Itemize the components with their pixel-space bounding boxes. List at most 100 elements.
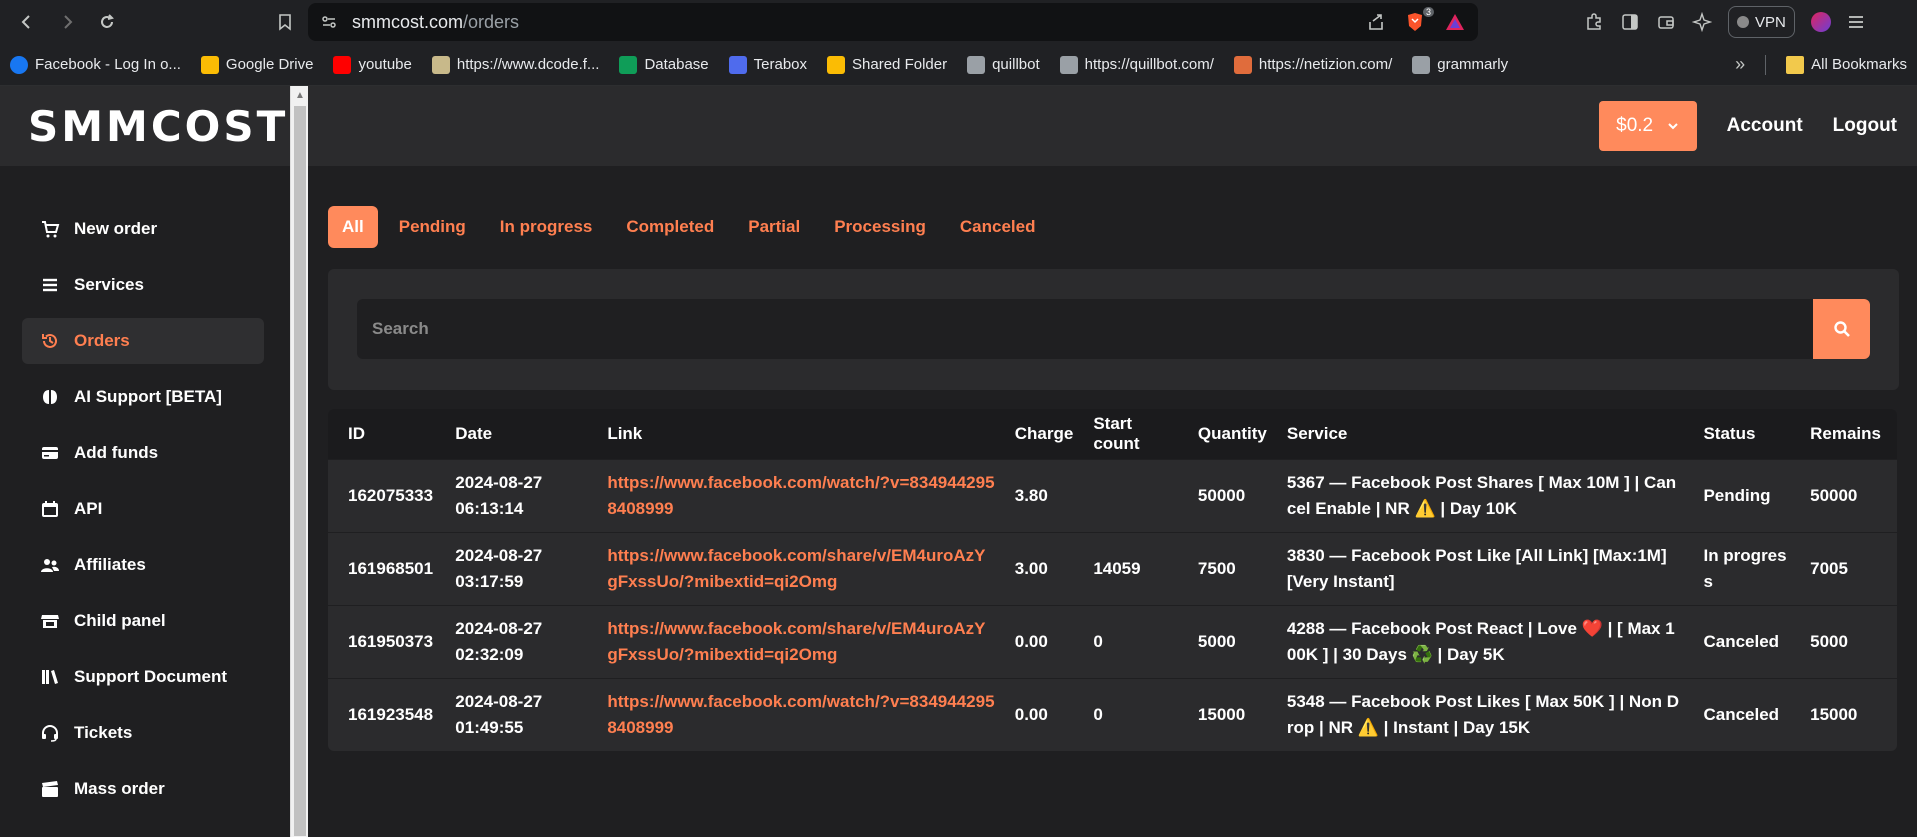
forward-button[interactable]	[50, 5, 84, 39]
tab-in-progress[interactable]: In progress	[483, 206, 610, 248]
order-charge: 0.00	[1014, 704, 1048, 724]
order-charge-cell: 3.80	[994, 458, 1074, 532]
bookmark-item[interactable]: Google Drive	[200, 55, 313, 74]
site-settings-icon[interactable]	[320, 13, 338, 31]
sidebar-item-support-document[interactable]: Support Document	[22, 654, 264, 700]
sidebar-scrollbar[interactable]: ▲	[290, 86, 308, 837]
google-drive-icon	[827, 55, 846, 74]
scrollbar-thumb[interactable]	[294, 106, 306, 836]
order-link[interactable]: https://www.facebook.com/share/v/EM4uroA…	[607, 543, 994, 595]
order-remains-cell: 5000	[1790, 604, 1897, 678]
order-status-cell: Pending	[1683, 458, 1791, 532]
sidebar-toggle-icon[interactable]	[1620, 12, 1640, 32]
bookmark-page-button[interactable]	[268, 5, 302, 39]
bookmark-item[interactable]: Terabox	[728, 55, 807, 74]
vpn-button[interactable]: VPN	[1728, 6, 1795, 38]
brave-shields-button[interactable]: 3	[1404, 7, 1434, 33]
order-charge-cell: 0.00	[994, 677, 1074, 751]
more-bookmarks-icon[interactable]: »	[1735, 54, 1745, 75]
order-quantity: 15000	[1197, 704, 1246, 724]
terabox-icon	[728, 55, 747, 74]
order-link[interactable]: https://www.facebook.com/watch/?v=834944…	[607, 689, 994, 741]
order-service: 3830 — Facebook Post Like [All Link] [Ma…	[1286, 545, 1667, 591]
logout-link[interactable]: Logout	[1833, 115, 1897, 137]
column-header: Start count	[1073, 409, 1178, 459]
all-bookmarks-button[interactable]: All Bookmarks	[1786, 55, 1907, 74]
order-start-count: 0	[1093, 704, 1103, 724]
sidebar-item-mass-order[interactable]: Mass order	[22, 766, 264, 812]
main-content: $0.2 Account Logout All Pending In progres…	[308, 86, 1917, 837]
leo-ai-icon[interactable]	[1692, 12, 1712, 32]
sidebar-item-child-panel[interactable]: Child panel	[22, 598, 264, 644]
order-status: Canceled	[1703, 704, 1780, 724]
order-remains-cell: 7005	[1790, 531, 1897, 605]
tab-all[interactable]: All	[328, 206, 378, 248]
order-service: 5348 — Facebook Post Likes [ Max 50K ] |…	[1286, 691, 1679, 737]
menu-icon[interactable]	[1847, 13, 1865, 31]
order-time: 02:32:09	[455, 644, 524, 664]
quillbot-icon	[967, 55, 986, 74]
search-button[interactable]	[1813, 299, 1870, 359]
back-arrow-icon	[21, 15, 30, 29]
bookmark-item[interactable]: https://netizion.com/	[1233, 55, 1392, 74]
sidebar-item-api[interactable]: API	[22, 486, 264, 532]
sidebar-item-label: New order	[74, 219, 158, 238]
reload-button[interactable]	[90, 5, 124, 39]
order-date-cell: 2024-08-27 01:49:55	[435, 677, 588, 751]
clapperboard-icon	[40, 779, 60, 799]
bookmark-item[interactable]: grammarly	[1412, 55, 1508, 74]
order-status-cell: Canceled	[1683, 677, 1791, 751]
order-remains-cell: 15000	[1790, 677, 1897, 751]
sidebar-item-orders[interactable]: Orders	[22, 318, 264, 364]
bookmark-item[interactable]: https://www.dcode.f...	[431, 55, 600, 74]
bookmark-item[interactable]: quillbot	[967, 55, 1040, 74]
sidebar-item-new-order[interactable]: New order	[22, 206, 264, 252]
order-link[interactable]: https://www.facebook.com/share/v/EM4uroA…	[607, 616, 994, 668]
account-link[interactable]: Account	[1727, 115, 1803, 137]
sidebar-item-affiliates[interactable]: Affiliates	[22, 542, 264, 588]
order-id: 161923548	[348, 704, 434, 724]
order-status-cell: In progress	[1683, 531, 1791, 605]
bookmark-item[interactable]: Shared Folder	[827, 55, 948, 74]
brave-rewards-icon[interactable]	[1444, 11, 1466, 33]
search-input[interactable]	[357, 299, 1813, 359]
sidebar: SMMCOST New order Services Orders AI Suppor…	[0, 86, 290, 837]
order-link[interactable]: https://www.facebook.com/watch/?v=834944…	[607, 470, 994, 522]
profile-avatar-icon[interactable]	[1810, 12, 1831, 32]
tab-completed[interactable]: Completed	[609, 206, 731, 248]
bookmark-item[interactable]: Facebook - Log In o...	[10, 55, 181, 74]
sidebar-item-label: Orders	[74, 331, 130, 350]
app-root: SMMCOST New order Services Orders AI Suppor…	[0, 86, 1917, 837]
bookmark-label: https://www.dcode.f...	[456, 56, 600, 73]
sidebar-item-add-funds[interactable]: Add funds	[22, 430, 264, 476]
orders-table-body: 162075333 2024-08-27 06:13:14 https://www.f…	[328, 458, 1897, 751]
order-charge: 0.00	[1014, 631, 1048, 651]
extensions-icon[interactable]	[1584, 12, 1604, 32]
share-icon[interactable]	[1366, 12, 1386, 32]
back-button[interactable]	[10, 5, 44, 39]
wallet-icon[interactable]	[1656, 12, 1676, 32]
sidebar-item-ai-support-beta[interactable]: AI Support [BETA]	[22, 374, 264, 420]
order-date: 2024-08-27	[455, 472, 543, 492]
tab-partial[interactable]: Partial	[731, 206, 817, 248]
sidebar-item-tickets[interactable]: Tickets	[22, 710, 264, 756]
site-logo[interactable]: SMMCOST	[28, 102, 288, 151]
order-charge-cell: 3.00	[994, 531, 1074, 605]
tab-pending[interactable]: Pending	[382, 206, 483, 248]
bookmark-label: Shared Folder	[852, 56, 948, 73]
scroll-up-arrow-icon[interactable]: ▲	[291, 86, 309, 104]
logo-area: SMMCOST	[0, 86, 290, 166]
order-service: 5367 — Facebook Post Shares [ Max 10M ] …	[1286, 472, 1677, 518]
bookmark-item[interactable]: youtube	[333, 55, 412, 74]
balance-dropdown[interactable]: $0.2	[1598, 101, 1697, 151]
tab-canceled[interactable]: Canceled	[943, 206, 1053, 248]
bookmark-item[interactable]: https://quillbot.com/	[1059, 55, 1214, 74]
address-bar[interactable]: smmcost.com/orders 3	[308, 3, 1478, 41]
chevron-down-icon	[1668, 123, 1678, 130]
order-start-count-cell: 14059	[1073, 531, 1178, 605]
order-id: 161950373	[348, 631, 434, 651]
order-start-count-cell	[1073, 458, 1178, 532]
tab-processing[interactable]: Processing	[817, 206, 943, 248]
sidebar-item-services[interactable]: Services	[22, 262, 264, 308]
bookmark-item[interactable]: Database	[619, 55, 709, 74]
